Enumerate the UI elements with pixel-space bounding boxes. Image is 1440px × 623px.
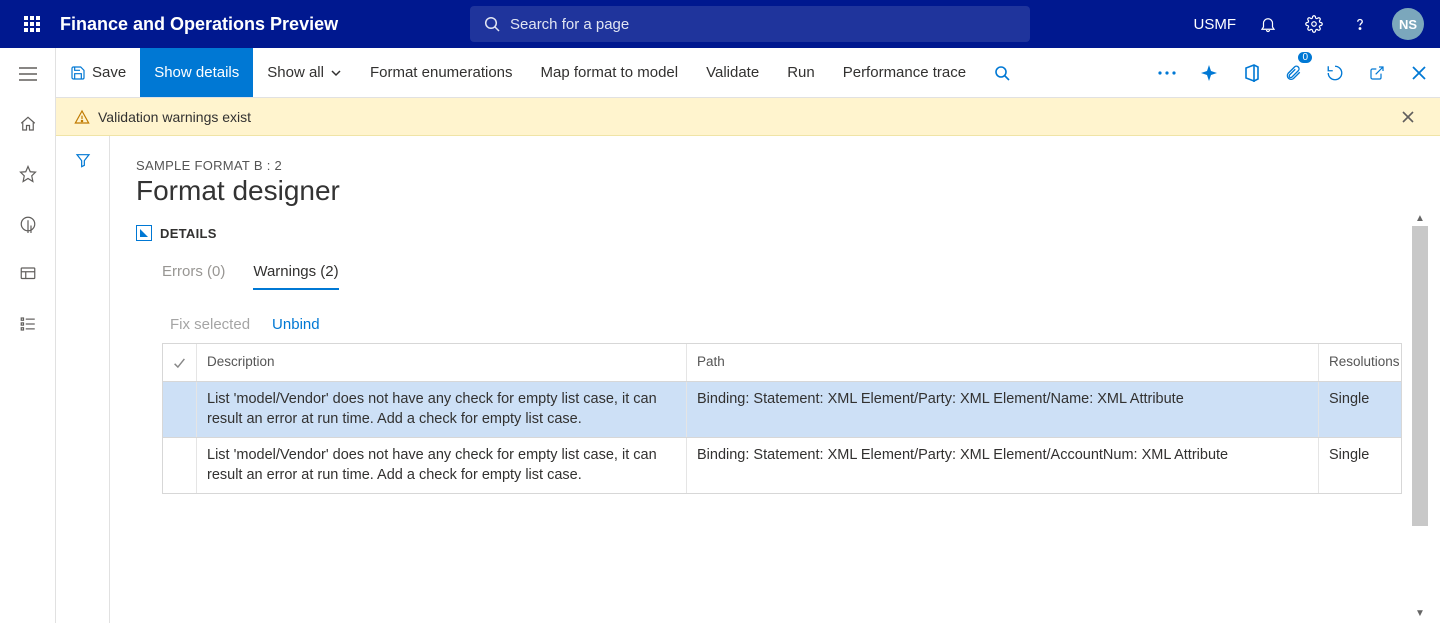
hamburger-icon[interactable] [16, 62, 40, 86]
details-toggle[interactable]: DETAILS [136, 225, 1402, 241]
collapse-icon [136, 225, 152, 241]
topbar: Finance and Operations Preview Search fo… [0, 0, 1440, 48]
row-checkbox[interactable] [163, 382, 197, 437]
warning-icon [74, 109, 90, 125]
app-title: Finance and Operations Preview [60, 14, 338, 35]
table-row[interactable]: List 'model/Vendor' does not have any ch… [163, 382, 1401, 438]
fix-selected-button[interactable]: Fix selected [170, 316, 250, 333]
waffle-icon[interactable] [8, 16, 56, 32]
popout-icon[interactable] [1356, 48, 1398, 97]
search-input[interactable]: Search for a page [470, 6, 1030, 42]
validation-banner-text: Validation warnings exist [98, 109, 251, 125]
gear-icon[interactable] [1300, 10, 1328, 38]
validate-button[interactable]: Validate [692, 48, 773, 97]
row-checkbox[interactable] [163, 438, 197, 493]
options-icon[interactable] [1188, 48, 1230, 97]
validation-banner: Validation warnings exist [56, 98, 1440, 136]
show-all-button[interactable]: Show all [253, 48, 356, 97]
scroll-thumb[interactable] [1412, 226, 1428, 526]
recent-icon[interactable] [16, 212, 40, 236]
run-button[interactable]: Run [773, 48, 829, 97]
row-resolutions: Single [1319, 382, 1401, 437]
save-label: Save [92, 64, 126, 81]
map-format-to-model-button[interactable]: Map format to model [527, 48, 693, 97]
col-description[interactable]: Description [197, 344, 687, 381]
show-details-button[interactable]: Show details [140, 48, 253, 97]
bell-icon[interactable] [1254, 10, 1282, 38]
find-button[interactable] [980, 48, 1024, 97]
workspace-icon[interactable] [16, 262, 40, 286]
attachments-badge: 0 [1298, 52, 1312, 63]
breadcrumb: SAMPLE FORMAT B : 2 [136, 158, 1402, 173]
tab-warnings[interactable]: Warnings (2) [253, 263, 338, 290]
row-path: Binding: Statement: XML Element/Party: X… [687, 438, 1319, 493]
modules-icon[interactable] [16, 312, 40, 336]
performance-trace-button[interactable]: Performance trace [829, 48, 980, 97]
banner-close-icon[interactable] [1402, 111, 1422, 123]
help-icon[interactable] [1346, 10, 1374, 38]
row-description: List 'model/Vendor' does not have any ch… [197, 382, 687, 437]
unbind-button[interactable]: Unbind [272, 316, 320, 333]
scroll-up-icon[interactable]: ▲ [1412, 210, 1428, 226]
refresh-icon[interactable] [1314, 48, 1356, 97]
select-all-checkbox[interactable] [163, 344, 197, 381]
row-actions: Fix selected Unbind [170, 316, 1402, 333]
attachments-icon[interactable]: 0 [1272, 48, 1314, 97]
tab-errors[interactable]: Errors (0) [162, 263, 225, 290]
action-pane: Save Show details Show all Format enumer… [56, 48, 1440, 98]
check-icon [173, 356, 186, 370]
search-icon [484, 16, 500, 32]
filter-icon[interactable] [75, 152, 91, 623]
topbar-right: USMF NS [1194, 8, 1433, 40]
save-icon [70, 65, 86, 81]
scroll-down-icon[interactable]: ▼ [1412, 605, 1428, 621]
content: SAMPLE FORMAT B : 2 Format designer DETA… [110, 136, 1428, 623]
format-enumerations-button[interactable]: Format enumerations [356, 48, 527, 97]
row-description: List 'model/Vendor' does not have any ch… [197, 438, 687, 493]
show-all-label: Show all [267, 64, 324, 81]
office-icon[interactable] [1230, 48, 1272, 97]
left-rail [0, 48, 56, 623]
close-page-icon[interactable] [1398, 48, 1440, 97]
details-tabs: Errors (0) Warnings (2) [162, 263, 1402, 290]
chevron-down-icon [330, 67, 342, 79]
table-row[interactable]: List 'model/Vendor' does not have any ch… [163, 438, 1401, 494]
save-button[interactable]: Save [56, 48, 140, 97]
details-label: DETAILS [160, 226, 217, 241]
col-resolutions[interactable]: Resolutions [1319, 344, 1401, 381]
grid-header: Description Path Resolutions [163, 344, 1401, 382]
more-icon[interactable] [1146, 48, 1188, 97]
star-icon[interactable] [16, 162, 40, 186]
warnings-grid: Description Path Resolutions List 'model… [162, 343, 1402, 494]
page-title: Format designer [136, 175, 1402, 207]
avatar[interactable]: NS [1392, 8, 1424, 40]
home-icon[interactable] [16, 112, 40, 136]
row-resolutions: Single [1319, 438, 1401, 493]
main-area: SAMPLE FORMAT B : 2 Format designer DETA… [56, 136, 1428, 623]
grid-body: List 'model/Vendor' does not have any ch… [163, 382, 1401, 494]
search-icon [994, 65, 1010, 81]
search-placeholder: Search for a page [510, 16, 629, 33]
filter-column [56, 136, 110, 623]
col-path[interactable]: Path [687, 344, 1319, 381]
row-path: Binding: Statement: XML Element/Party: X… [687, 382, 1319, 437]
company-picker[interactable]: USMF [1194, 16, 1237, 33]
